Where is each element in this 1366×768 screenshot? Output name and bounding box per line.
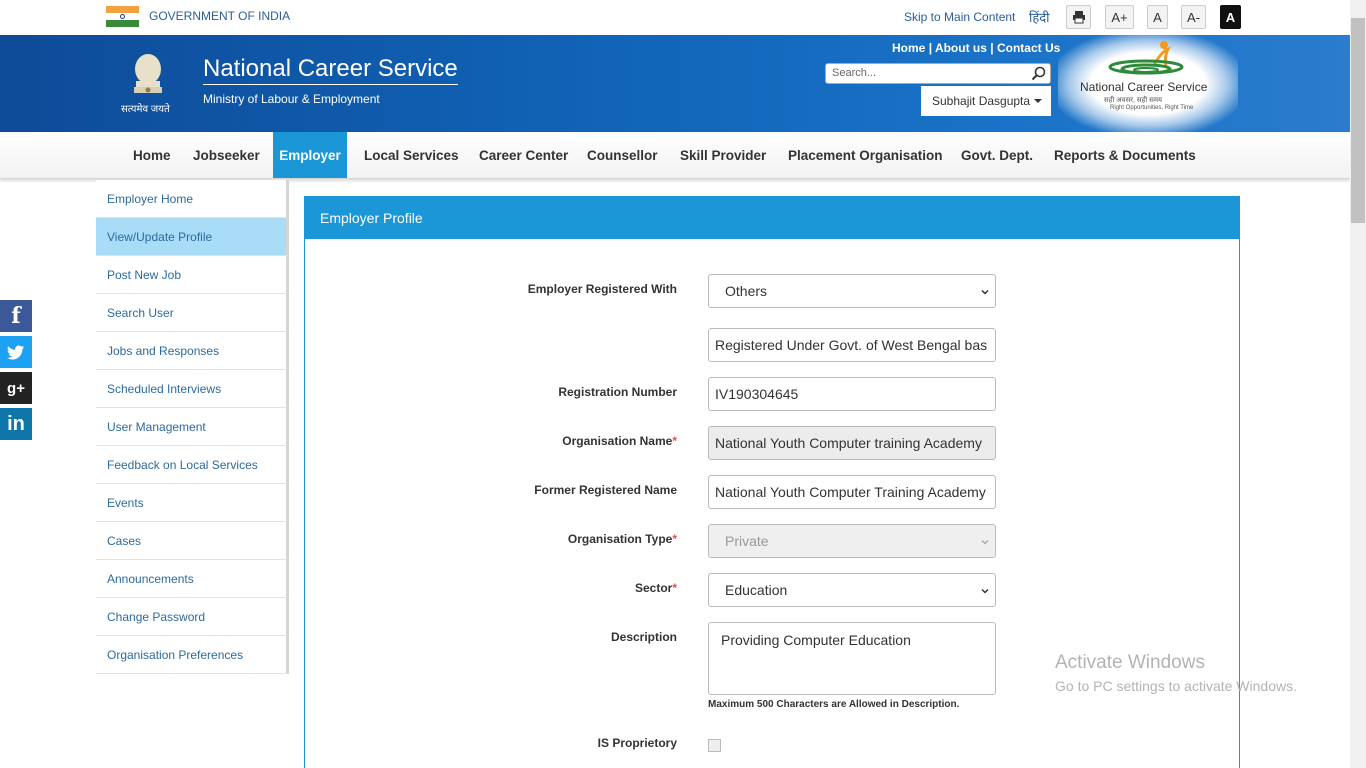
nav-jobseeker[interactable]: Jobseeker <box>193 132 260 178</box>
site-subtitle: Ministry of Labour & Employment <box>203 92 380 106</box>
scrollbar-thumb[interactable] <box>1351 18 1365 223</box>
header-contact-us-link[interactable]: Contact Us <box>997 41 1060 55</box>
sidebar-item-cases[interactable]: Cases <box>96 522 289 560</box>
high-contrast-button[interactable]: A <box>1220 5 1241 29</box>
nav-counsellor[interactable]: Counsellor <box>587 132 658 178</box>
organisation-name-label: Organisation Name* <box>562 434 677 448</box>
site-header: सत्यमेव जयते National Career Service Min… <box>0 35 1350 132</box>
registered-with-select[interactable]: Others <box>708 274 996 308</box>
sidebar-item-post-new-job[interactable]: Post New Job <box>96 256 289 294</box>
search-placeholder: Search... <box>832 67 877 79</box>
organisation-name-input[interactable]: National Youth Computer training Academy <box>708 426 996 460</box>
sector-value: Education <box>725 582 788 598</box>
required-mark: * <box>672 532 677 546</box>
sidebar-item-events[interactable]: Events <box>96 484 289 522</box>
sidebar-item-employer-home[interactable]: Employer Home <box>96 180 289 218</box>
logo-text: National Career Service <box>1080 80 1208 94</box>
font-decrease-button[interactable]: A- <box>1181 5 1206 29</box>
sidebar-item-organisation-preferences[interactable]: Organisation Preferences <box>96 636 289 674</box>
activate-windows-watermark: Activate Windows Go to PC settings to ac… <box>1055 652 1297 694</box>
nav-local-services[interactable]: Local Services <box>364 132 459 178</box>
registration-number-label: Registration Number <box>558 385 677 399</box>
vertical-scrollbar[interactable] <box>1350 0 1366 768</box>
description-textarea[interactable]: Providing Computer Education <box>708 622 996 695</box>
sidebar-item-view-update-profile[interactable]: View/Update Profile <box>96 218 289 256</box>
search-input[interactable]: Search... <box>825 63 1051 84</box>
organisation-name-label-text: Organisation Name <box>562 434 673 448</box>
hindi-language-link[interactable]: हिंदी <box>1029 8 1050 26</box>
user-name: Subhajit Dasgupta <box>932 94 1031 108</box>
top-bar: GOVERNMENT OF INDIA Skip to Main Content… <box>0 0 1350 35</box>
logo-tagline-english: Right Opportunities, Right Time <box>1110 105 1194 111</box>
required-mark: * <box>672 581 677 595</box>
skip-to-main-content-link[interactable]: Skip to Main Content <box>904 10 1015 24</box>
organisation-type-label: Organisation Type* <box>568 532 677 546</box>
registration-number-input[interactable]: IV190304645 <box>708 377 996 411</box>
former-name-input[interactable]: National Youth Computer Training Academy <box>708 475 996 509</box>
nav-placement-organisation[interactable]: Placement Organisation <box>788 132 943 178</box>
sidebar-item-feedback-local-services[interactable]: Feedback on Local Services <box>96 446 289 484</box>
sidebar-item-announcements[interactable]: Announcements <box>96 560 289 598</box>
nav-employer[interactable]: Employer <box>273 132 347 178</box>
logo-tagline-hindi: सही अवसर, सही समय <box>1104 97 1163 104</box>
nav-home[interactable]: Home <box>133 132 171 178</box>
panel-heading: Employer Profile <box>305 197 1239 239</box>
activate-windows-subtitle: Go to PC settings to activate Windows. <box>1055 678 1297 694</box>
linkedin-icon[interactable]: in <box>0 408 32 440</box>
sector-select[interactable]: Education <box>708 573 996 607</box>
sidebar-item-user-management[interactable]: User Management <box>96 408 289 446</box>
font-normal-button[interactable]: A <box>1147 5 1168 29</box>
twitter-icon[interactable] <box>0 336 32 368</box>
nav-skill-provider[interactable]: Skill Provider <box>680 132 766 178</box>
google-plus-icon[interactable]: g+ <box>0 372 32 404</box>
ncs-logo-icon <box>1108 41 1184 75</box>
sidebar-item-scheduled-interviews[interactable]: Scheduled Interviews <box>96 370 289 408</box>
user-menu-button[interactable]: Subhajit Dasgupta <box>921 86 1051 116</box>
employer-sidebar: Employer Home View/Update Profile Post N… <box>96 180 289 674</box>
font-increase-button[interactable]: A+ <box>1105 5 1134 29</box>
sector-label-text: Sector <box>634 581 673 595</box>
twitter-bird-icon <box>7 345 24 359</box>
required-mark: * <box>672 434 677 448</box>
sector-label: Sector* <box>635 581 677 595</box>
site-title-link[interactable]: National Career Service <box>203 55 458 85</box>
facebook-icon[interactable]: f <box>0 300 32 332</box>
nav-govt-dept[interactable]: Govt. Dept. <box>961 132 1033 178</box>
registered-other-input[interactable]: Registered Under Govt. of West Bengal ba… <box>708 328 996 362</box>
header-links: Home | About us | Contact Us <box>892 41 1061 55</box>
activate-windows-title: Activate Windows <box>1055 652 1205 673</box>
ncs-logo: National Career Service सही अवसर, सही सम… <box>1058 35 1238 132</box>
caret-down-icon <box>1034 99 1043 103</box>
search-icon[interactable] <box>1031 66 1046 81</box>
chevron-down-icon <box>981 588 989 594</box>
description-label: Description <box>610 630 677 644</box>
chevron-down-icon <box>981 289 989 295</box>
government-of-india-label: GOVERNMENT OF INDIA <box>149 9 291 23</box>
chevron-down-icon <box>981 539 989 545</box>
is-proprietory-checkbox[interactable] <box>708 739 721 752</box>
organisation-type-value: Private <box>725 533 769 549</box>
sidebar-item-search-user[interactable]: Search User <box>96 294 289 332</box>
registered-with-value: Others <box>725 283 768 299</box>
nav-reports-documents[interactable]: Reports & Documents <box>1054 132 1196 178</box>
nav-career-center[interactable]: Career Center <box>479 132 568 178</box>
organisation-type-label-text: Organisation Type <box>567 532 673 546</box>
print-button[interactable] <box>1066 5 1091 29</box>
is-proprietory-label: IS Proprietory <box>597 736 677 750</box>
emblem-caption: सत्यमेव जयते <box>121 104 170 115</box>
header-about-us-link[interactable]: About us <box>935 41 987 55</box>
organisation-type-select[interactable]: Private <box>708 524 996 558</box>
sidebar-item-change-password[interactable]: Change Password <box>96 598 289 636</box>
main-nav: Home Jobseeker Employer Local Services C… <box>0 132 1350 179</box>
printer-icon <box>1072 11 1085 24</box>
india-flag-icon <box>106 6 139 27</box>
header-home-link[interactable]: Home <box>892 41 925 55</box>
registered-with-label: Employer Registered With <box>527 282 677 296</box>
former-name-label: Former Registered Name <box>534 483 677 497</box>
sidebar-item-jobs-and-responses[interactable]: Jobs and Responses <box>96 332 289 370</box>
description-hint: Maximum 500 Characters are Allowed in De… <box>708 699 960 710</box>
